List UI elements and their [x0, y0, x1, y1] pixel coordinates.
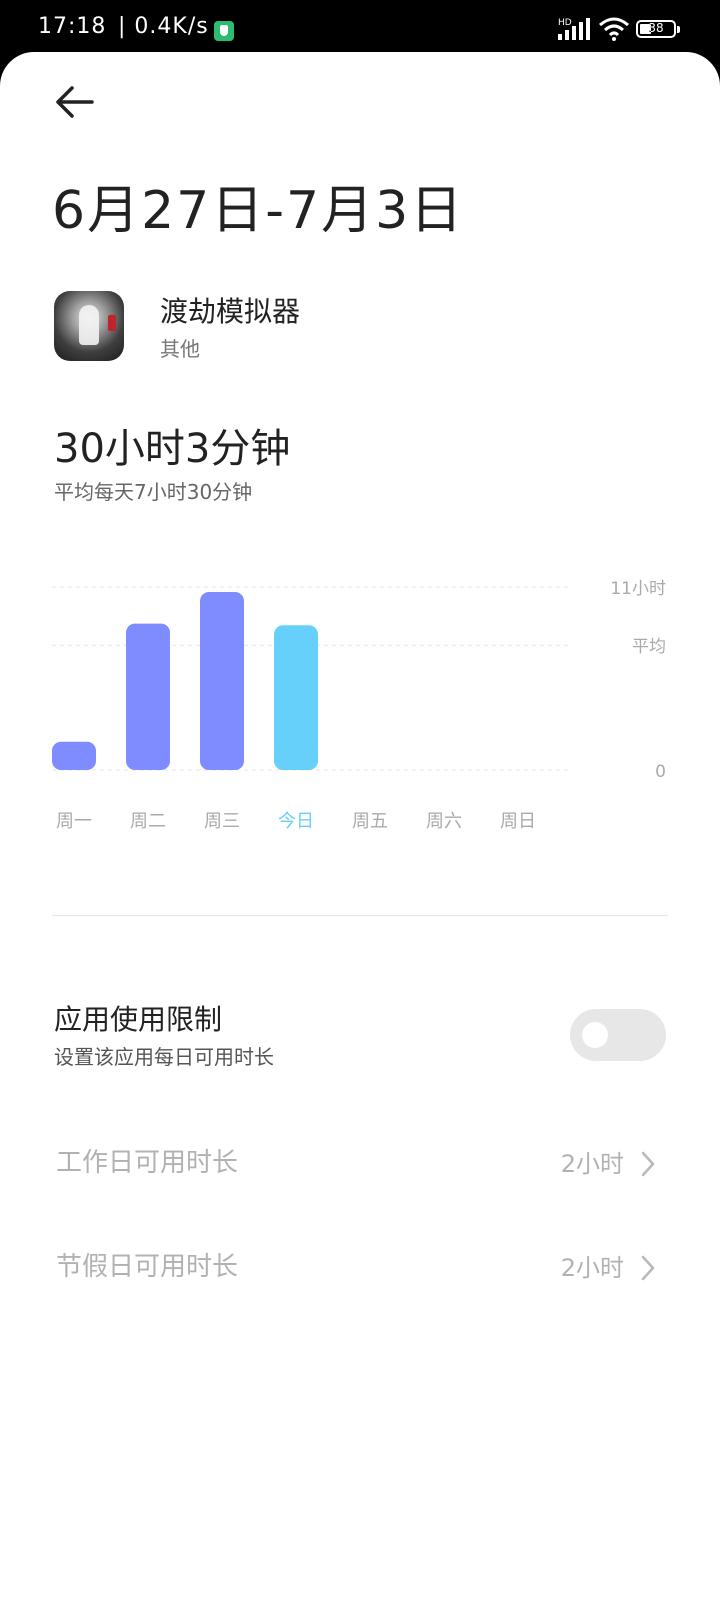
chevron-right-icon — [641, 1255, 655, 1281]
toggle-knob — [582, 1022, 608, 1048]
workday-limit-value: 2小时 — [560, 1150, 624, 1178]
date-range-title: 6月27日-7月3日 — [52, 181, 465, 241]
chart-bar-today[interactable] — [274, 625, 318, 770]
chart-bar-day-2[interactable] — [126, 623, 170, 770]
app-name: 渡劫模拟器 — [160, 295, 301, 328]
back-arrow-icon[interactable] — [50, 80, 98, 124]
app-limit-toggle[interactable] — [570, 1009, 666, 1061]
y-axis-tick-label: 平均 — [632, 637, 666, 657]
x-axis-day-label: 周日 — [500, 811, 536, 832]
x-axis-day-label: 周六 — [426, 811, 462, 832]
y-axis-tick-label: 11小时 — [610, 579, 666, 599]
holiday-limit-row[interactable]: 节假日可用时长 2小时 — [0, 1228, 720, 1308]
x-axis-day-label: 周三 — [204, 811, 240, 832]
x-axis-day-label: 周五 — [352, 811, 388, 832]
total-usage-time: 30小时3分钟 — [54, 426, 291, 472]
daily-average-text: 平均每天7小时30分钟 — [54, 480, 253, 504]
app-limit-title: 应用使用限制 — [54, 1003, 223, 1036]
app-limit-subtitle: 设置该应用每日可用时长 — [54, 1045, 274, 1069]
divider — [52, 915, 668, 916]
workday-limit-row[interactable]: 工作日可用时长 2小时 — [0, 1124, 720, 1204]
chevron-right-icon — [641, 1151, 655, 1177]
workday-limit-label: 工作日可用时长 — [56, 1148, 239, 1178]
app-icon — [54, 291, 124, 361]
app-category: 其他 — [160, 337, 200, 361]
x-axis-day-label: 周一 — [56, 811, 92, 832]
x-axis-day-label: 周二 — [130, 811, 166, 832]
chart-bar-day-3[interactable] — [200, 591, 244, 770]
holiday-limit-value: 2小时 — [560, 1254, 624, 1282]
chart-bar-day-1[interactable] — [52, 741, 96, 770]
x-axis-day-label: 今日 — [278, 811, 314, 832]
app-usage-sheet: 6月27日-7月3日 渡劫模拟器 其他 30小时3分钟 平均每天7小时30分钟 … — [0, 52, 720, 1600]
holiday-limit-label: 节假日可用时长 — [56, 1252, 239, 1282]
weekly-usage-chart: 11小时平均 0 周一 周二 周三 今日 周五 周六 周日 — [52, 579, 666, 832]
y-axis-tick-label: 0 — [655, 762, 666, 782]
